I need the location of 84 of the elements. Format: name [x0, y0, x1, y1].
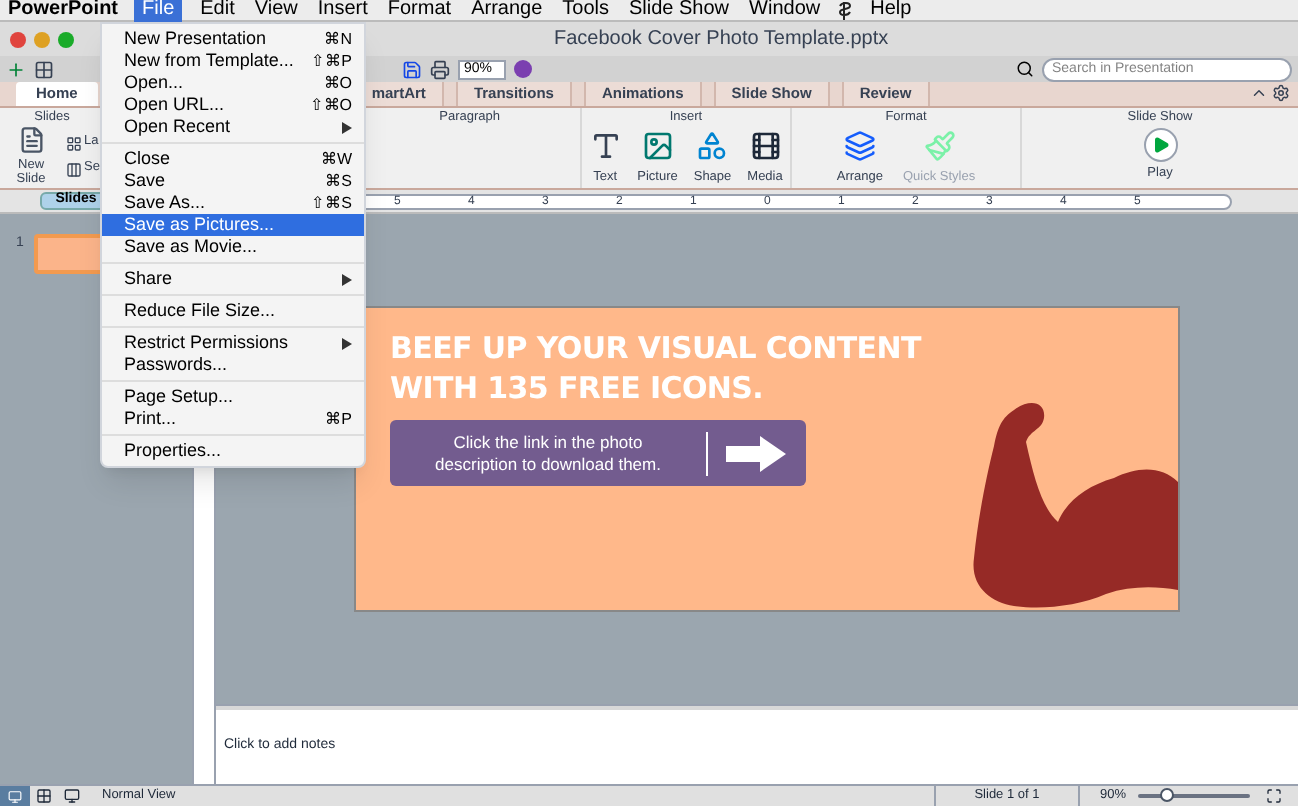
menu-item-label: New Presentation: [124, 30, 267, 48]
slide-icon: [17, 126, 46, 154]
shortcut-label: ⇧⌘P: [311, 53, 352, 69]
menu-item-label: Passwords...: [124, 356, 228, 374]
app-menu[interactable]: PowerPoint: [8, 0, 119, 20]
close-button[interactable]: [10, 31, 26, 47]
menu-item[interactable]: Arrange: [469, 0, 545, 20]
menu-item[interactable]: Restrict Permissions: [102, 332, 364, 354]
submenu-arrow-icon: [342, 273, 352, 285]
submenu-arrow-icon: [342, 337, 352, 349]
collapse-icon[interactable]: [1250, 84, 1268, 102]
settings-icon[interactable]: [1272, 84, 1290, 102]
menu-item[interactable]: Tools: [560, 0, 611, 20]
menu-item[interactable]: Print... ⌘P: [102, 408, 364, 430]
printer-icon[interactable]: [430, 59, 450, 79]
shortcut-label: ⌘N: [324, 31, 352, 47]
search-icon[interactable]: [1016, 60, 1034, 78]
submenu-arrow-icon: [342, 121, 352, 133]
film-icon: [749, 130, 782, 162]
new-icon[interactable]: [6, 59, 26, 79]
menu-item-label: Save As...: [124, 194, 206, 212]
menu-item-label: Open...: [124, 74, 184, 92]
layout-icon: [66, 135, 83, 151]
menu-item-label: Restrict Permissions: [124, 334, 289, 352]
brush-icon: [923, 130, 956, 162]
shapes-icon: [696, 130, 729, 162]
menu-item[interactable]: Save ⌘S: [102, 170, 364, 192]
menu-item[interactable]: View: [252, 0, 300, 20]
menu-item[interactable]: Open Recent: [102, 116, 364, 138]
menu-item-label: New from Template...: [124, 52, 294, 70]
sorter-view-icon[interactable]: [36, 788, 52, 804]
menu-item-label: Reduce File Size...: [124, 302, 276, 320]
callout-text: description to download them.: [435, 453, 661, 475]
save-icon[interactable]: [402, 59, 422, 79]
menu-item-label: Save: [124, 172, 166, 190]
menu-item[interactable]: Save as Movie...: [102, 236, 364, 258]
menu-item[interactable]: Format: [385, 0, 454, 20]
menu-item[interactable]: Reduce File Size...: [102, 300, 364, 322]
play-icon: [1143, 128, 1177, 162]
menu-item-label: Open Recent: [124, 118, 231, 136]
shortcut-label: ⇧⌘S: [311, 195, 352, 211]
menu-item-label: Share: [124, 270, 173, 288]
menu-item[interactable]: Help: [868, 0, 914, 20]
menu-item-label: Save as Movie...: [124, 238, 258, 256]
menu-item[interactable]: Edit: [198, 0, 237, 20]
menu-item-label: Page Setup...: [124, 388, 234, 406]
menu-item[interactable]: Insert: [315, 0, 370, 20]
menu-item[interactable]: Save as Pictures...: [102, 214, 364, 236]
text-box-icon: [589, 130, 622, 162]
section-icon: [66, 161, 83, 177]
slide-headline: WITH 135 FREE ICONS.: [390, 368, 764, 408]
menu-item[interactable]: New from Template... ⇧⌘P: [102, 50, 364, 72]
menu-item[interactable]: Passwords...: [102, 354, 364, 376]
arrow-icon: [726, 435, 786, 471]
window-title: Facebook Cover Photo Template.pptx: [554, 26, 889, 54]
menu-item[interactable]: New Presentation ⌘N: [102, 28, 364, 50]
shortcut-label: ⌘W: [320, 151, 352, 167]
fit-icon[interactable]: [1266, 788, 1282, 804]
slider-thumb[interactable]: [1160, 788, 1174, 802]
menu-item-label: Save as Pictures...: [124, 216, 275, 234]
slideshow-view-icon[interactable]: [64, 788, 80, 804]
slide-headline: BEEF UP YOUR VISUAL CONTENT: [390, 328, 921, 368]
menu-item-label: Properties...: [124, 442, 222, 460]
shortcut-label: ⌘S: [325, 173, 352, 189]
slide-thumbnail[interactable]: [33, 234, 106, 274]
menu-item[interactable]: Window: [747, 0, 823, 20]
menu-item[interactable]: Slide Show: [627, 0, 732, 20]
menu-item[interactable]: Share: [102, 268, 364, 290]
grid-icon[interactable]: [34, 59, 54, 79]
shortcut-label: ⌘P: [325, 411, 352, 427]
menu-item[interactable]: Close ⌘W: [102, 148, 364, 170]
menu-item-label: Close: [124, 150, 171, 168]
callout-text: Click the link in the photo: [453, 431, 643, 453]
menu-item[interactable]: Page Setup...: [102, 386, 364, 408]
layers-icon: [843, 130, 876, 162]
shortcut-label: ⌘O: [323, 75, 352, 91]
picture-icon: [641, 130, 674, 162]
menu-item[interactable]: Properties...: [102, 440, 364, 462]
script-icon[interactable]: [838, 1, 853, 19]
menu-item-label: Open URL...: [124, 96, 225, 114]
menu-item[interactable]: File: [134, 0, 183, 21]
help-icon[interactable]: [514, 60, 532, 78]
menu-item-label: Print...: [124, 410, 177, 428]
shortcut-label: ⇧⌘O: [309, 97, 352, 113]
